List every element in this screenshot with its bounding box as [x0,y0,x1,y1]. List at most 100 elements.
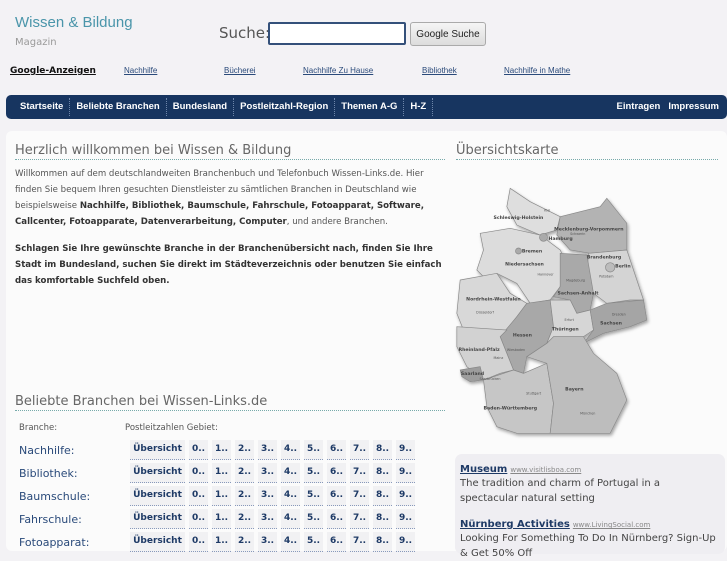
plz-link-4[interactable]: 4.. [281,463,300,483]
state-mecklenburg-vorpommern[interactable] [556,197,628,254]
city-erfurt: Erfurt [565,318,575,322]
plz-link-1[interactable]: 1.. [212,440,231,460]
welcome-intro: Willkommen auf dem deutschlandweiten Bra… [15,166,445,230]
ad-title[interactable]: Nürnberg Activities [460,519,570,530]
plz-link-7[interactable]: 7.. [350,532,369,552]
ad-url[interactable]: www.visitlisboa.com [510,466,581,474]
nav-h-z[interactable]: H-Z [404,98,434,116]
nav-beliebte-branchen[interactable]: Beliebte Branchen [70,98,167,116]
ad-link-nachhilfe-zu-hause[interactable]: Nachhilfe Zu Hause [303,66,373,75]
overview-link[interactable]: Übersicht [130,532,185,552]
plz-link-3[interactable]: 3.. [258,532,277,552]
label-sachsen: Sachsen [600,321,622,327]
germany-map[interactable]: Schleswig-Holstein Mecklenburg-Vorpommer… [450,140,727,445]
branch-row: Bibliothek: Übersicht 0.. 1.. 2.. 3.. 4.. 5.. 6.… [19,463,419,483]
ad-item: Nürnberg Activities www.LivingSocial.com … [460,512,720,561]
plz-link-7[interactable]: 7.. [350,486,369,506]
plz-link-0[interactable]: 0.. [189,509,208,529]
state-hamburg[interactable] [539,232,548,242]
nav-impressum[interactable]: Impressum [664,98,723,116]
branch-name: Nachhilfe: [19,443,75,457]
state-bremen[interactable] [515,247,522,255]
plz-link-7[interactable]: 7.. [350,509,369,529]
plz-link-2[interactable]: 2.. [235,463,254,483]
plz-link-6[interactable]: 6.. [327,532,346,552]
city-potsdam: Potsdam [599,275,613,279]
plz-link-2[interactable]: 2.. [235,486,254,506]
plz-link-8[interactable]: 8.. [373,509,392,529]
plz-link-5[interactable]: 5.. [304,440,323,460]
plz-link-5[interactable]: 5.. [304,509,323,529]
nav-themen-a-g[interactable]: Themen A-G [335,98,405,116]
plz-link-8[interactable]: 8.. [373,532,392,552]
plz-link-0[interactable]: 0.. [189,532,208,552]
ad-url[interactable]: www.LivingSocial.com [573,521,651,529]
plz-link-8[interactable]: 8.. [373,463,392,483]
plz-link-3[interactable]: 3.. [258,486,277,506]
plz-link-4[interactable]: 4.. [281,486,300,506]
city-muenchen: München [580,411,595,415]
search-input[interactable] [268,22,406,45]
label-hessen: Hessen [513,333,532,339]
popular-heading: Beliebte Branchen bei Wissen-Links.de [15,394,445,411]
plz-link-0[interactable]: 0.. [189,486,208,506]
plz-link-1[interactable]: 1.. [212,509,231,529]
nav-postleitzahl-region[interactable]: Postleitzahl-Region [234,98,336,116]
plz-link-8[interactable]: 8.. [373,440,392,460]
plz-link-1[interactable]: 1.. [212,486,231,506]
plz-link-5[interactable]: 5.. [304,532,323,552]
ad-link-bibliothek[interactable]: Bibliothek [422,66,457,75]
plz-link-9[interactable]: 9.. [396,486,415,506]
nav-startseite[interactable]: Startseite [14,98,71,116]
overview-link[interactable]: Übersicht [130,486,185,506]
nav-bundesland[interactable]: Bundesland [167,98,235,116]
plz-link-3[interactable]: 3.. [258,440,277,460]
overview-link[interactable]: Übersicht [130,440,185,460]
plz-link-9[interactable]: 9.. [396,463,415,483]
ad-link-buecherei[interactable]: Bücherei [224,66,256,75]
google-search-button[interactable]: Google Suche [410,22,486,46]
overview-link[interactable]: Übersicht [130,509,185,529]
plz-link-9[interactable]: 9.. [396,440,415,460]
plz-link-4[interactable]: 4.. [281,532,300,552]
plz-link-6[interactable]: 6.. [327,486,346,506]
plz-link-6[interactable]: 6.. [327,440,346,460]
plz-link-2[interactable]: 2.. [235,440,254,460]
plz-link-0[interactable]: 0.. [189,463,208,483]
site-subtitle: Magazin [15,37,57,48]
plz-link-2[interactable]: 2.. [235,532,254,552]
plz-link-6[interactable]: 6.. [327,463,346,483]
state-schleswig-holstein[interactable] [506,187,561,236]
plz-link-0[interactable]: 0.. [189,440,208,460]
plz-link-6[interactable]: 6.. [327,509,346,529]
branch-name: Baumschule: [19,489,91,503]
ad-title[interactable]: Museum [460,464,507,475]
plz-link-4[interactable]: 4.. [281,440,300,460]
plz-link-5[interactable]: 5.. [304,486,323,506]
plz-link-1[interactable]: 1.. [212,463,231,483]
city-schwerin: Schwerin [570,232,585,236]
label-berlin: Berlin [615,264,631,270]
city-wiesbaden: Wiesbaden [507,348,525,352]
plz-link-5[interactable]: 5.. [304,463,323,483]
plz-link-2[interactable]: 2.. [235,509,254,529]
plz-link-7[interactable]: 7.. [350,440,369,460]
label-niedersachsen: Niedersachsen [505,261,544,267]
ad-item: Museum www.visitlisboa.com The tradition … [460,457,720,506]
plz-link-4[interactable]: 4.. [281,509,300,529]
plz-link-3[interactable]: 3.. [258,463,277,483]
ad-link-nachhilfe[interactable]: Nachhilfe [124,66,157,75]
ad-link-nachhilfe-mathe[interactable]: Nachhilfe in Mathe [504,66,570,75]
plz-link-1[interactable]: 1.. [212,532,231,552]
column-branche: Branche: [19,423,58,433]
plz-link-3[interactable]: 3.. [258,509,277,529]
state-berlin[interactable] [605,262,616,273]
plz-link-9[interactable]: 9.. [396,509,415,529]
plz-link-9[interactable]: 9.. [396,532,415,552]
nav-eintragen[interactable]: Eintragen [613,98,665,116]
overview-link[interactable]: Übersicht [130,463,185,483]
google-ads-label[interactable]: Google-Anzeigen [10,66,96,76]
plz-link-8[interactable]: 8.. [373,486,392,506]
plz-link-7[interactable]: 7.. [350,463,369,483]
site-title[interactable]: Wissen & Bildung [15,14,133,31]
